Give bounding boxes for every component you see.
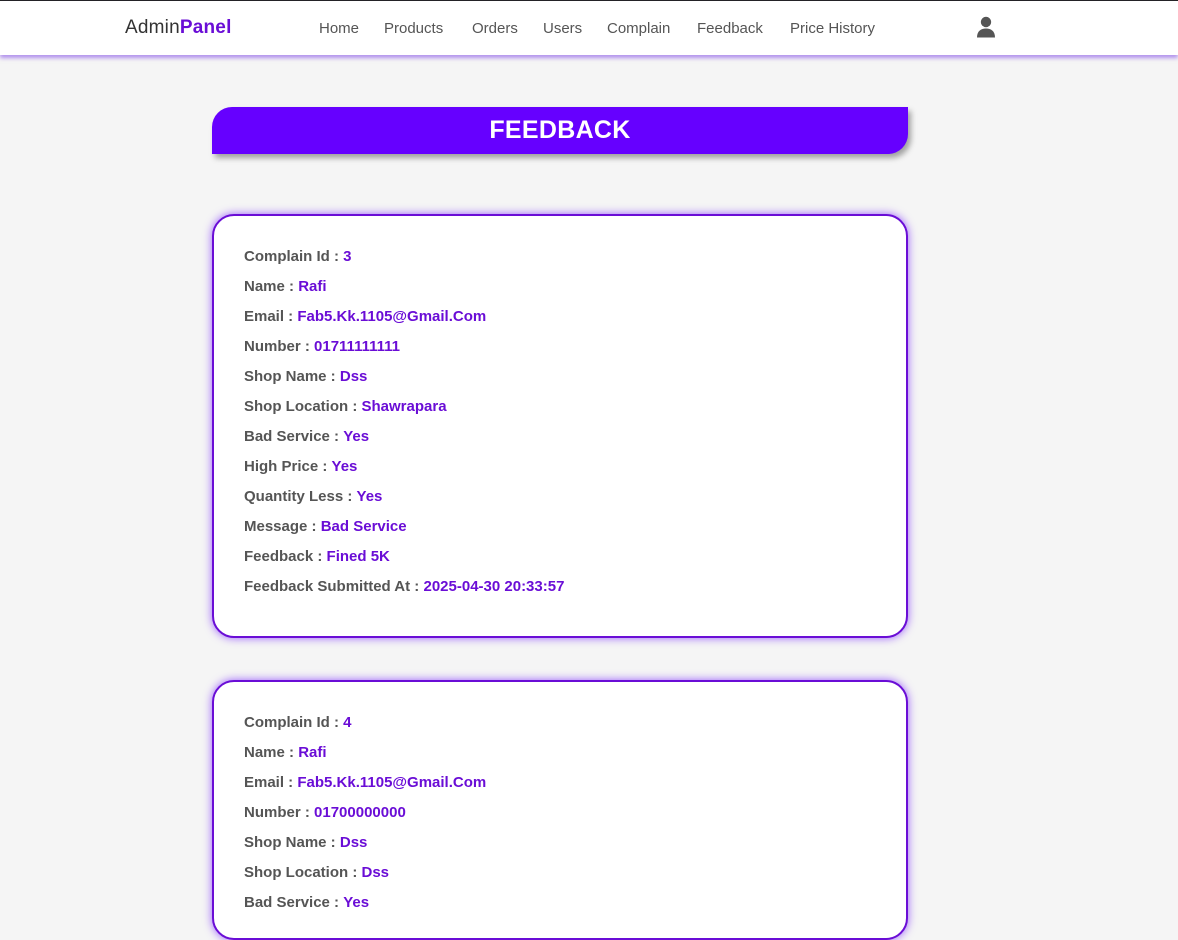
- field-bad-service: Bad Service : Yes: [244, 425, 906, 455]
- field-label: Shop Name :: [244, 834, 336, 851]
- field-shop-location: Shop Location : Dss: [244, 861, 906, 891]
- user-icon[interactable]: [976, 16, 996, 38]
- field-complain-id: Complain Id : 4: [244, 711, 906, 741]
- feedback-card: Complain Id : 3 Name : Rafi Email : Fab5…: [212, 214, 908, 638]
- field-label: Number :: [244, 338, 310, 355]
- page-title: FEEDBACK: [489, 116, 631, 144]
- field-message: Message : Bad Service: [244, 515, 906, 545]
- field-complain-id: Complain Id : 3: [244, 245, 906, 275]
- nav-complain[interactable]: Complain: [607, 20, 670, 37]
- field-value: Yes: [343, 894, 370, 911]
- field-value: Yes: [356, 488, 383, 505]
- field-submitted-at: Feedback Submitted At : 2025-04-30 20:33…: [244, 575, 906, 605]
- field-quantity-less: Quantity Less : Yes: [244, 485, 906, 515]
- field-label: Bad Service :: [244, 428, 340, 445]
- page-title-banner: FEEDBACK: [212, 107, 908, 154]
- field-label: Message :: [244, 518, 317, 535]
- brand-logo[interactable]: AdminPanel: [125, 17, 232, 39]
- field-label: Complain Id :: [244, 248, 339, 265]
- feedback-card: Complain Id : 4 Name : Rafi Email : Fab5…: [212, 680, 908, 940]
- field-value: Fab5.Kk.1105@Gmail.Com: [297, 774, 487, 791]
- field-shop-location: Shop Location : Shawrapara: [244, 395, 906, 425]
- field-label: Bad Service :: [244, 894, 340, 911]
- field-value: Bad Service: [320, 518, 407, 535]
- field-high-price: High Price : Yes: [244, 455, 906, 485]
- nav-home[interactable]: Home: [319, 20, 359, 37]
- field-value: 3: [343, 248, 352, 265]
- field-number: Number : 01700000000: [244, 801, 906, 831]
- field-value: Yes: [343, 428, 370, 445]
- field-label: Name :: [244, 278, 295, 295]
- nav-products[interactable]: Products: [384, 20, 443, 37]
- field-email: Email : Fab5.Kk.1105@Gmail.Com: [244, 305, 906, 335]
- field-value: Rafi: [298, 744, 327, 761]
- field-bad-service: Bad Service : Yes: [244, 891, 906, 921]
- field-value: Fab5.Kk.1105@Gmail.Com: [297, 308, 487, 325]
- field-value: 01711111111: [314, 338, 400, 355]
- nav-feedback[interactable]: Feedback: [697, 20, 763, 37]
- field-value: Dss: [339, 368, 368, 385]
- field-name: Name : Rafi: [244, 275, 906, 305]
- field-label: Name :: [244, 744, 295, 761]
- field-value: 4: [343, 714, 352, 731]
- field-value: Dss: [361, 864, 390, 881]
- field-label: Feedback Submitted At :: [244, 578, 420, 595]
- brand-second: Panel: [179, 17, 232, 38]
- field-shop-name: Shop Name : Dss: [244, 365, 906, 395]
- field-email: Email : Fab5.Kk.1105@Gmail.Com: [244, 771, 906, 801]
- field-name: Name : Rafi: [244, 741, 906, 771]
- field-label: Shop Location :: [244, 398, 358, 415]
- field-value: Fined 5K: [326, 548, 390, 565]
- field-shop-name: Shop Name : Dss: [244, 831, 906, 861]
- field-label: Shop Name :: [244, 368, 336, 385]
- brand-first: Admin: [125, 17, 180, 38]
- field-value: Rafi: [298, 278, 327, 295]
- field-label: Email :: [244, 308, 294, 325]
- field-label: Feedback :: [244, 548, 323, 565]
- field-value: 01700000000: [314, 804, 406, 821]
- navbar: AdminPanel Home Products Orders Users Co…: [0, 1, 1178, 55]
- field-value: 2025-04-30 20:33:57: [423, 578, 565, 595]
- nav-users[interactable]: Users: [543, 20, 582, 37]
- nav-price-history[interactable]: Price History: [790, 20, 875, 37]
- field-value: Dss: [339, 834, 368, 851]
- field-number: Number : 01711111111: [244, 335, 906, 365]
- field-value: Shawrapara: [361, 398, 447, 415]
- field-label: Number :: [244, 804, 310, 821]
- field-feedback: Feedback : Fined 5K: [244, 545, 906, 575]
- field-label: Shop Location :: [244, 864, 358, 881]
- field-label: Complain Id :: [244, 714, 339, 731]
- field-label: High Price :: [244, 458, 328, 475]
- nav-orders[interactable]: Orders: [472, 20, 518, 37]
- field-value: Yes: [331, 458, 358, 475]
- field-label: Email :: [244, 774, 294, 791]
- field-label: Quantity Less :: [244, 488, 353, 505]
